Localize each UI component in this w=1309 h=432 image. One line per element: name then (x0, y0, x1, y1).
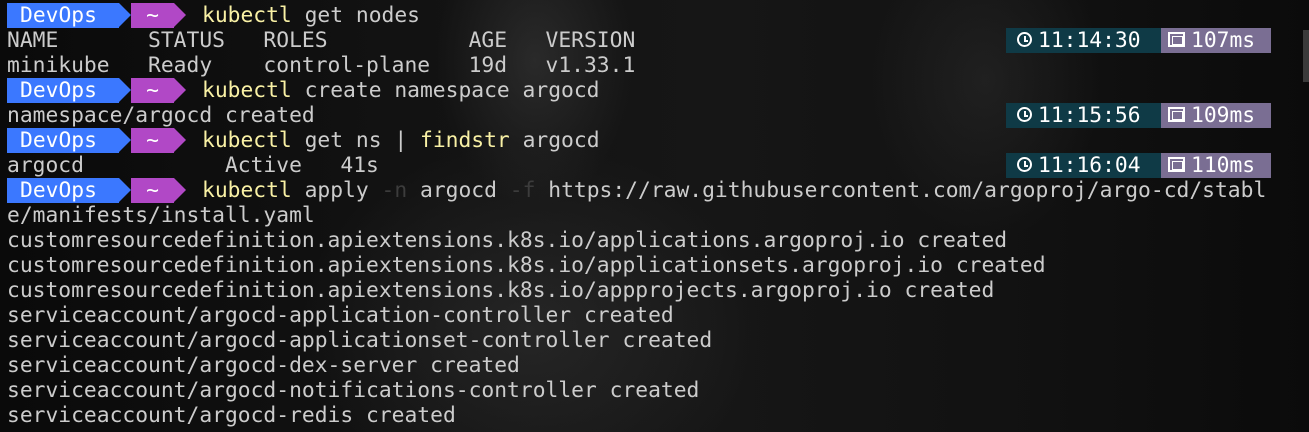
clock-icon (1017, 31, 1032, 47)
command-flag: -n (381, 178, 408, 203)
output-line: serviceaccount/argocd-applicationset-con… (7, 328, 713, 353)
command-time: 11:14:30 (1038, 28, 1141, 53)
status-segment: 11:16:04 110ms (955, 128, 1271, 178)
prompt-segment-home: ~ (131, 128, 174, 153)
duration-segment: 107ms (1161, 28, 1271, 53)
powerline-arrow (174, 178, 186, 202)
prompt-segment-devops: DevOps (7, 128, 119, 153)
command-text: kubectl get nodes (202, 3, 420, 28)
command-name: kubectl (202, 178, 292, 203)
prompt-line: DevOps ~ kubectl apply -n argocd -f http… (7, 178, 1297, 203)
powerline-arrow (119, 128, 131, 152)
command-time: 11:16:04 (1038, 153, 1141, 178)
status-segment: 11:15:56 109ms (955, 78, 1271, 128)
powerline-arrow (119, 78, 131, 102)
command-args: argocd (509, 128, 600, 153)
output-line: serviceaccount/argocd-application-contro… (7, 303, 674, 328)
output-line: namespace/argocd created (7, 103, 315, 128)
prompt-segment-home: ~ (131, 3, 174, 28)
time-segment: 11:16:04 (1006, 153, 1161, 178)
stopwatch-icon (1168, 156, 1185, 172)
powerline-arrow (174, 128, 186, 152)
output-line: NAME STATUS ROLES AGE VERSION (7, 28, 636, 53)
prompt-segment-devops: DevOps (7, 3, 119, 28)
output-line: minikube Ready control-plane 19d v1.33.1 (7, 53, 636, 78)
command-duration: 109ms (1191, 103, 1256, 128)
prompt-segment-devops: DevOps (7, 178, 119, 203)
command-name: kubectl (202, 3, 292, 28)
command-space (407, 128, 420, 153)
output-line: argocd Active 41s (7, 153, 379, 178)
command-duration: 107ms (1191, 28, 1256, 53)
powerline-arrow (174, 3, 186, 27)
command-args: get ns (291, 128, 395, 153)
command-text: kubectl get ns | findstr argocd (202, 128, 600, 153)
command-text: kubectl apply -n argocd -f https://raw.g… (202, 178, 1266, 203)
command-flag: -f (509, 178, 536, 203)
clock-icon (1017, 106, 1032, 122)
prompt-segment-home: ~ (131, 178, 174, 203)
clock-icon (1017, 156, 1032, 172)
command-name: kubectl (202, 128, 292, 153)
output-line: serviceaccount/argocd-dex-server created (7, 353, 520, 378)
duration-segment: 110ms (1161, 153, 1271, 178)
prompt-segment-devops: DevOps (7, 78, 119, 103)
duration-segment: 109ms (1161, 103, 1271, 128)
output-line: serviceaccount/argocd-redis created (7, 403, 456, 428)
command-time: 11:15:56 (1038, 103, 1141, 128)
output-line: customresourcedefinition.apiextensions.k… (7, 228, 1008, 253)
command-name: findstr (420, 128, 510, 153)
command-name: kubectl (202, 78, 292, 103)
stopwatch-icon (1168, 31, 1185, 47)
command-duration: 110ms (1191, 153, 1256, 178)
status-segment: 11:14:30 107ms (955, 3, 1271, 53)
command-wrap-line: e/manifests/install.yaml (7, 203, 315, 228)
time-segment: 11:15:56 (1006, 103, 1161, 128)
powerline-arrow (119, 3, 131, 27)
output-line: customresourcedefinition.apiextensions.k… (7, 278, 995, 303)
scrollbar-thumb[interactable] (1303, 30, 1309, 82)
output-line: customresourcedefinition.apiextensions.k… (7, 253, 1046, 278)
time-segment: 11:14:30 (1006, 28, 1161, 53)
command-text: kubectl create namespace argocd (202, 78, 600, 103)
command-args: argocd (407, 178, 510, 203)
output-line: serviceaccount/argocd-notifications-cont… (7, 378, 700, 403)
command-args: create namespace argocd (291, 78, 600, 103)
powerline-arrow (119, 178, 131, 202)
prompt-segment-home: ~ (131, 78, 174, 103)
stopwatch-icon (1168, 106, 1185, 122)
command-args: apply (291, 178, 382, 203)
command-args: get nodes (291, 3, 420, 28)
command-url: https://raw.githubusercontent.com/argopr… (535, 178, 1267, 203)
powerline-arrow (174, 78, 186, 102)
pipe-operator: | (394, 128, 408, 153)
